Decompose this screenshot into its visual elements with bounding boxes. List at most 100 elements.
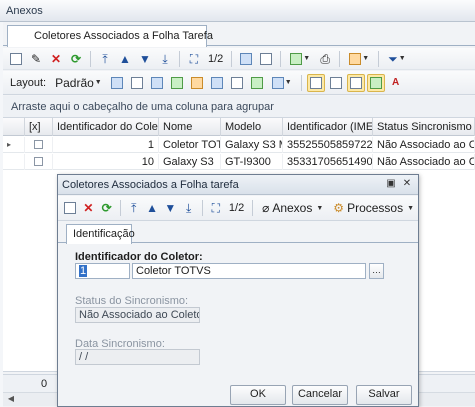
toolbar-separator — [252, 200, 254, 216]
row-checkbox-cell — [25, 137, 53, 153]
cell-status[interactable]: Não Associado ao Coletor — [373, 154, 475, 170]
refresh-icon[interactable]: ⟳ — [67, 50, 85, 68]
find-binoculars-icon[interactable]: ⛶ — [208, 199, 224, 217]
grid-view-icon[interactable] — [237, 50, 255, 68]
column-header-status[interactable]: Status Sincronismo — [373, 118, 475, 136]
cell-nome[interactable]: Coletor TOTVS — [159, 137, 221, 153]
restore-icon[interactable]: ▣ — [384, 178, 398, 192]
paperclip-icon: ⌀ — [262, 201, 270, 215]
layout-label: Layout: — [10, 76, 47, 89]
preview-toggle-icon[interactable] — [366, 73, 385, 92]
next-record-icon[interactable]: ▼ — [136, 50, 154, 68]
cell-identificador[interactable]: 10 — [53, 154, 159, 170]
row-checkbox[interactable] — [34, 140, 43, 149]
delete-record-icon[interactable]: ✕ — [47, 50, 65, 68]
last-record-icon[interactable]: ⤓ — [180, 199, 196, 217]
column-header-nome[interactable]: Nome — [159, 118, 221, 136]
cell-imei[interactable]: 355255058597221 — [283, 137, 373, 153]
toolbar-separator — [378, 50, 380, 67]
dialog-form: Identificador do Coletor: 1 Coletor TOTV… — [58, 243, 418, 379]
column-header-select[interactable]: [x] — [25, 118, 53, 136]
dialog-toolbar: ✕ ⟳ ⤒ ▲ ▼ ⤓ ⛶ 1/2 ⌀ Anexos ▼ ⚙ Processos ▼ — [58, 196, 418, 221]
row-checkbox[interactable] — [34, 157, 43, 166]
cell-modelo[interactable]: GT-I9300 — [221, 154, 283, 170]
form-view-icon[interactable] — [257, 50, 275, 68]
toolbar-separator — [201, 200, 203, 216]
cell-imei[interactable]: 353317056514905 — [283, 154, 373, 170]
toolbar-separator — [119, 200, 121, 216]
column-header-identificador[interactable]: Identificador do Coletor — [53, 118, 159, 136]
print-icon[interactable]: ⎙ — [316, 50, 334, 68]
first-record-icon[interactable]: ⤒ — [126, 199, 142, 217]
column-header-imei[interactable]: Identificador (IMEI) — [283, 118, 373, 136]
layout-sort-icon[interactable] — [188, 74, 206, 92]
save-layout-icon[interactable] — [108, 74, 126, 92]
layout-grid-icon[interactable] — [128, 74, 146, 92]
data-sincronismo-field: / / — [75, 349, 200, 365]
layout-expand-icon[interactable] — [208, 74, 226, 92]
filter-icon[interactable]: ⏷ ▼ — [384, 50, 410, 68]
new-record-icon[interactable] — [7, 50, 25, 68]
grid-header: [x] Identificador do Coletor Nome Modelo… — [3, 118, 475, 136]
footer-toggle-icon[interactable] — [346, 73, 365, 92]
ok-button[interactable]: OK — [230, 385, 286, 405]
previous-record-icon[interactable]: ▲ — [116, 50, 134, 68]
table-row[interactable]: ▸ 1 Coletor TOTVS Galaxy S3 Mini 3552550… — [3, 137, 475, 153]
previous-record-icon[interactable]: ▲ — [144, 199, 160, 217]
footer-count: 0 — [41, 378, 48, 390]
refresh-icon[interactable]: ⟳ — [99, 199, 115, 217]
identificador-description-field[interactable]: Coletor TOTVS — [132, 263, 366, 279]
toolbar-separator — [280, 50, 282, 67]
record-position: 1/2 — [208, 52, 224, 65]
anexos-menu-button[interactable]: ⌀ Anexos ▼ — [258, 199, 327, 217]
layout-columns-icon[interactable] — [148, 74, 166, 92]
dialog-button-bar: OK Cancelar Salvar — [58, 380, 418, 407]
save-button[interactable]: Salvar — [356, 385, 412, 405]
tab-coletores-associados[interactable]: Coletores Associados a Folha Tarefa — [7, 25, 213, 47]
find-binoculars-icon[interactable]: ⛶ — [185, 50, 203, 68]
column-header-modelo[interactable]: Modelo — [221, 118, 283, 136]
export-icon[interactable]: ▼ — [286, 50, 314, 68]
close-icon[interactable]: ✕ — [400, 178, 414, 192]
lookup-button[interactable]: … — [369, 263, 384, 279]
layout-summary-icon[interactable] — [248, 74, 266, 92]
identificador-label: Identificador do Coletor: — [75, 251, 203, 263]
chevron-down-icon: ▼ — [407, 204, 415, 212]
layout-toolbar: Layout: Padrão ▼ ▼ A — [3, 71, 475, 95]
cell-modelo[interactable]: Galaxy S3 Mini — [221, 137, 283, 153]
toolbar-separator — [179, 50, 180, 67]
chart-icon[interactable]: ▼ — [268, 74, 296, 92]
edit-record-icon[interactable]: ✎ — [27, 50, 45, 68]
delete-record-icon[interactable]: ✕ — [80, 199, 96, 217]
status-sincronismo-field: Não Associado ao Coletor — [75, 307, 200, 323]
process-gear-icon[interactable]: ▼ — [345, 50, 373, 68]
grid-toolbar: ✎ ✕ ⟳ ⤒ ▲ ▼ ⤓ ⛶ 1/2 ▼ ⎙ ▼ ⏷ ▼ — [3, 48, 475, 70]
row-indicator-arrow-icon: ▸ — [3, 137, 25, 153]
identificador-code-field[interactable]: 1 — [75, 263, 130, 279]
cell-identificador[interactable]: 1 — [53, 137, 159, 153]
gear-icon: ⚙ — [333, 201, 345, 215]
layout-group-icon[interactable] — [168, 74, 186, 92]
table-row[interactable]: 10 Galaxy S3 GT-I9300 353317056514905 Nã… — [3, 154, 475, 170]
cell-status[interactable]: Não Associado ao Coletor — [373, 137, 475, 153]
font-icon[interactable]: A — [387, 74, 405, 92]
scroll-left-icon[interactable]: ◀ — [5, 394, 17, 406]
last-record-icon[interactable]: ⤓ — [156, 50, 174, 68]
toolbar-separator — [339, 50, 341, 67]
new-record-icon[interactable] — [62, 199, 78, 217]
identificador-code-value: 1 — [79, 265, 88, 277]
cancel-button[interactable]: Cancelar — [292, 385, 348, 405]
cell-nome[interactable]: Galaxy S3 — [159, 154, 221, 170]
layout-dropdown[interactable]: Padrão ▼ — [51, 74, 106, 92]
group-by-panel[interactable]: Arraste aqui o cabeçalho de uma coluna p… — [3, 96, 475, 118]
group-panel-toggle-icon[interactable] — [306, 73, 325, 92]
dialog-titlebar[interactable]: Coletores Associados a Folha tarefa ▣ ✕ — [58, 175, 418, 195]
auto-filter-row-icon[interactable] — [327, 74, 345, 92]
dialog-record-position: 1/2 — [228, 202, 245, 214]
next-record-icon[interactable]: ▼ — [162, 199, 178, 217]
first-record-icon[interactable]: ⤒ — [96, 50, 114, 68]
layout-filter-icon[interactable] — [228, 74, 246, 92]
anexos-panel-title: Anexos — [6, 5, 43, 17]
tab-identificacao[interactable]: Identificação — [66, 224, 135, 244]
processos-menu-button[interactable]: ⚙ Processos ▼ — [329, 199, 418, 217]
